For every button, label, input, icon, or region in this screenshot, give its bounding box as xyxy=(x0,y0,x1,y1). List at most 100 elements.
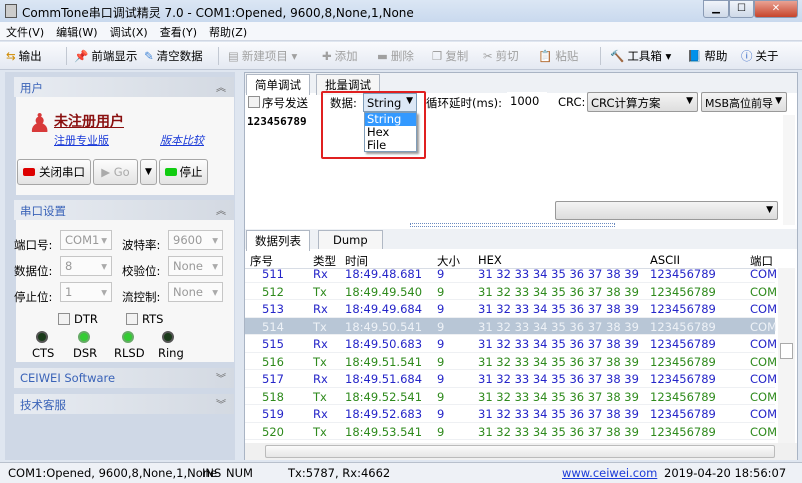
tab-data-list[interactable]: 数据列表 xyxy=(246,230,310,251)
cell-hex: 31 32 33 34 35 36 37 38 39 xyxy=(478,424,639,439)
plus-icon: ✚ xyxy=(322,49,332,63)
user-panel-header[interactable]: 用户 ︽ xyxy=(14,77,234,97)
cell-ascii: 123456789 xyxy=(650,284,716,299)
delay-input[interactable]: 1000 xyxy=(507,92,547,111)
delete-button[interactable]: ▬ 删除 xyxy=(377,48,414,64)
maximize-button[interactable]: ☐ xyxy=(729,0,754,18)
cell-time: 18:49.51.684 xyxy=(345,372,423,386)
about-button[interactable]: ⓘ 关于 xyxy=(741,48,779,64)
highlight-box xyxy=(321,91,426,159)
paste-button[interactable]: 📋 粘贴 xyxy=(538,48,578,64)
port-label: 端口号: xyxy=(14,238,53,252)
table-row[interactable]: 514 Tx 18:49.50.541 9 31 32 33 34 35 36 37 3… xyxy=(245,317,784,335)
table-vertical-scrollbar[interactable] xyxy=(778,268,795,443)
table-row[interactable]: 518 Tx 18:49.52.541 9 31 32 33 34 35 36 37 3… xyxy=(245,388,784,405)
stop-bits-select[interactable]: 1 xyxy=(60,282,112,302)
send-content[interactable]: 123456789 xyxy=(247,115,307,128)
baud-select[interactable]: 9600 xyxy=(168,230,223,250)
close-port-button[interactable]: 关闭串口 xyxy=(17,159,91,185)
menu-edit[interactable]: 编辑(W) xyxy=(50,22,103,40)
menu-help[interactable]: 帮助(Z) xyxy=(203,22,253,40)
menu-debug[interactable]: 调试(X) xyxy=(104,22,154,40)
cell-hex: 31 32 33 34 35 36 37 38 39 xyxy=(478,284,639,299)
tab-simple-debug[interactable]: 简单调试 xyxy=(246,74,310,95)
data-bits-select[interactable]: 8 xyxy=(60,256,112,276)
cell-type: Tx xyxy=(313,389,327,404)
add-button[interactable]: ✚ 添加 xyxy=(322,48,358,64)
cell-size: 9 xyxy=(437,284,445,299)
copy-button[interactable]: ❐ 复制 xyxy=(432,48,468,64)
close-button[interactable]: ✕ xyxy=(754,0,798,18)
table-row[interactable]: 516 Tx 18:49.51.541 9 31 32 33 34 35 36 37 3… xyxy=(245,353,784,370)
table-row[interactable]: 519 Rx 18:49.52.683 9 31 32 33 34 35 36 37 3… xyxy=(245,405,784,423)
cell-ascii: 123456789 xyxy=(650,424,716,439)
rts-checkbox[interactable] xyxy=(126,313,138,325)
flow-control-select[interactable]: None xyxy=(168,282,223,302)
cell-size: 9 xyxy=(437,354,445,369)
cell-type: Rx xyxy=(313,337,328,351)
cell-seq: 520 xyxy=(262,424,284,439)
cell-hex: 31 32 33 34 35 36 37 38 39 xyxy=(478,389,639,404)
port-settings-header[interactable]: 串口设置 ︽ xyxy=(14,200,234,220)
help-button[interactable]: 📘 帮助 xyxy=(687,48,727,64)
output-button[interactable]: ⇆ 输出 xyxy=(6,48,42,64)
minimize-button[interactable]: ▁ xyxy=(703,0,729,18)
splitter[interactable] xyxy=(410,223,615,227)
stop-button[interactable]: 停止 xyxy=(159,159,208,185)
front-display-button[interactable]: 📌 前端显示 xyxy=(74,48,137,64)
stop-bits-label: 停止位: xyxy=(14,290,53,304)
cell-type: Tx xyxy=(313,319,327,334)
collapse-icon[interactable]: ︽ xyxy=(216,79,226,94)
parity-select[interactable]: None xyxy=(168,256,223,276)
scroll-thumb[interactable] xyxy=(780,343,793,359)
cell-size: 9 xyxy=(437,319,445,334)
menu-file[interactable]: 文件(V) xyxy=(0,22,50,40)
crc-select[interactable]: CRC计算方案 ▼ xyxy=(587,92,698,112)
table-row[interactable]: 515 Rx 18:49.50.683 9 31 32 33 34 35 36 37 3… xyxy=(245,335,784,353)
cell-hex: 31 32 33 34 35 36 37 38 39 xyxy=(478,372,639,386)
expand-icon[interactable]: ︾ xyxy=(216,396,226,411)
table-horizontal-scrollbar[interactable] xyxy=(245,443,797,460)
register-link[interactable]: 注册专业版 xyxy=(54,132,109,148)
toolbox-button[interactable]: 🔨 工具箱 ▾ xyxy=(610,48,671,64)
go-dropdown-button[interactable]: ▼ xyxy=(140,159,157,185)
expand-icon[interactable]: ︾ xyxy=(216,370,226,385)
collapse-icon[interactable]: ︽ xyxy=(216,202,226,217)
table-row[interactable]: 511 Rx 18:49.48.681 9 31 32 33 34 35 36 37 3… xyxy=(245,265,784,283)
h-scroll-thumb[interactable] xyxy=(265,445,775,458)
dsr-label: DSR xyxy=(73,346,98,360)
go-button[interactable]: ▶ Go xyxy=(93,159,138,185)
table-row[interactable]: 517 Rx 18:49.51.684 9 31 32 33 34 35 36 37 3… xyxy=(245,370,784,388)
ceiwei-panel-header[interactable]: CEIWEI Software ︾ xyxy=(14,368,234,388)
tab-dump[interactable]: Dump xyxy=(318,230,383,249)
clear-data-button[interactable]: ✎ 清空数据 xyxy=(144,48,203,64)
cell-ascii: 123456789 xyxy=(650,354,716,369)
cell-size: 9 xyxy=(437,302,445,316)
dtr-label: DTR xyxy=(74,312,98,326)
unregistered-user-label: 未注册用户 xyxy=(54,114,124,130)
table-row[interactable]: 512 Tx 18:49.49.540 9 31 32 33 34 35 36 37 3… xyxy=(245,283,784,300)
cell-ascii: 123456789 xyxy=(650,389,716,404)
table-row[interactable]: 520 Tx 18:49.53.541 9 31 32 33 34 35 36 37 3… xyxy=(245,423,784,440)
seq-send-checkbox[interactable] xyxy=(248,96,260,108)
support-panel-header[interactable]: 技术客服 ︾ xyxy=(14,394,234,414)
cell-seq: 518 xyxy=(262,389,284,404)
byte-order-select[interactable]: MSB高位前导 ▼ xyxy=(701,92,787,112)
send-scrollbar[interactable] xyxy=(783,115,795,225)
website-link[interactable]: www.ceiwei.com xyxy=(562,466,657,480)
compare-versions-link[interactable]: 版本比较 xyxy=(160,132,204,148)
new-item-button[interactable]: ▤ 新建项目 ▾ xyxy=(228,48,297,64)
menu-view[interactable]: 查看(Y) xyxy=(154,22,203,40)
cell-time: 18:49.53.541 xyxy=(345,424,423,439)
book-icon: 📘 xyxy=(687,49,702,63)
user-icon: ♟ xyxy=(28,109,52,139)
cut-button[interactable]: ✂ 剪切 xyxy=(483,48,519,64)
history-select[interactable]: ▼ xyxy=(555,201,778,220)
table-row[interactable]: 513 Rx 18:49.49.684 9 31 32 33 34 35 36 37 3… xyxy=(245,300,784,318)
port-select[interactable]: COM1 xyxy=(60,230,112,250)
cell-hex: 31 32 33 34 35 36 37 38 39 xyxy=(478,302,639,316)
minus-icon: ▬ xyxy=(377,49,388,63)
rlsd-label: RLSD xyxy=(114,346,145,360)
dtr-checkbox[interactable] xyxy=(58,313,70,325)
cell-type: Tx xyxy=(313,424,327,439)
